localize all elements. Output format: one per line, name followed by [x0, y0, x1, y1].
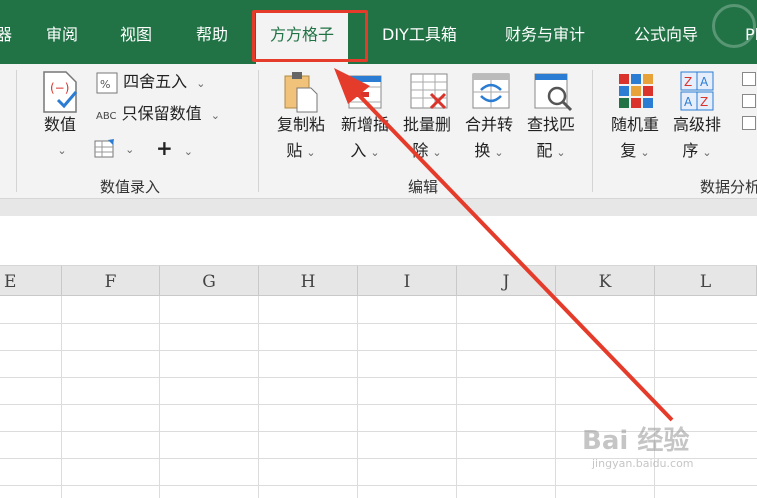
watermark-logo: Bai 经验	[582, 426, 690, 456]
baidu-watermark: Bai 经验 jingyan.baidu.com	[582, 420, 694, 470]
watermark-url: jingyan.baidu.com	[592, 457, 694, 470]
